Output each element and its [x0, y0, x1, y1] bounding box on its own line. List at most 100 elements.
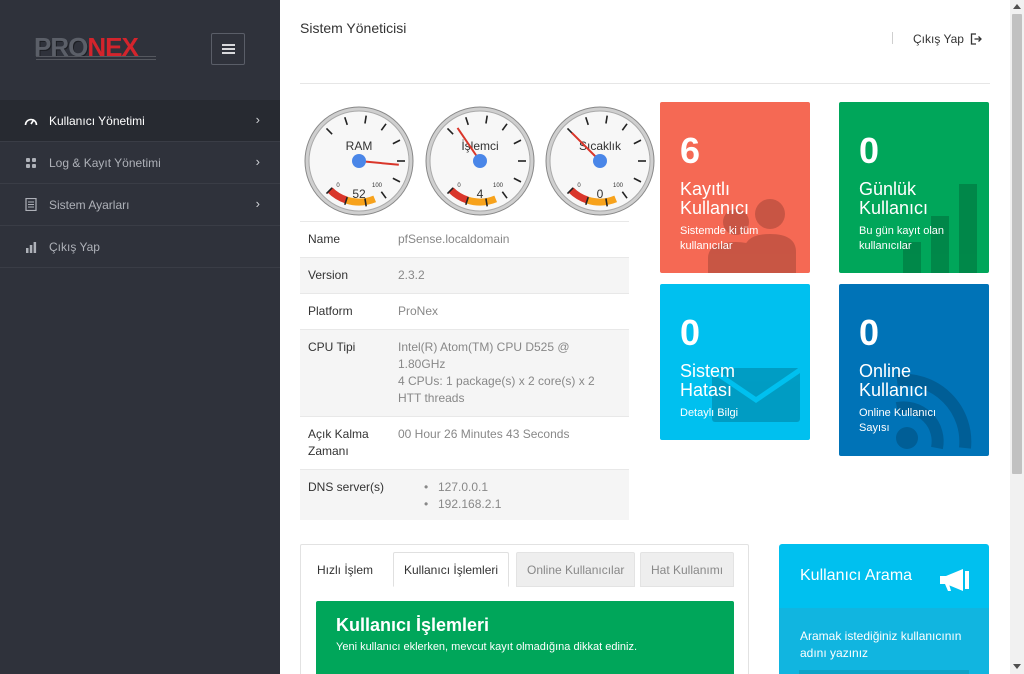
gauge-max-label: 100: [372, 183, 383, 189]
dns-list: 127.0.0.1 192.168.2.1: [398, 479, 629, 513]
gauge-value: 52: [352, 187, 366, 201]
card-title: Online Kullanıcı: [859, 361, 929, 400]
sidebar: PRONEX Kullanıcı Yönetimi › Log & Kayıt …: [0, 0, 280, 674]
header-divider-line: [300, 83, 990, 84]
scrollbar-thumb[interactable]: [1012, 14, 1022, 474]
table-row: CPU Tipi Intel(R) Atom(TM) CPU D525 @ 1.…: [300, 329, 629, 416]
info-value: pfSense.localdomain: [398, 232, 510, 246]
scroll-down-arrow[interactable]: [1013, 664, 1021, 669]
card-count: 6: [680, 130, 701, 171]
gauge-label: RAM: [346, 139, 373, 153]
dashboard-gauge-icon: [24, 114, 38, 128]
sidebar-item-label: Kullanıcı Yönetimi: [49, 113, 145, 128]
cpu-line: Intel(R) Atom(TM) CPU D525 @: [398, 340, 570, 354]
card-count: 0: [680, 312, 701, 353]
chevron-right-icon: ›: [255, 154, 260, 169]
cpu-line: 1.80GHz: [398, 357, 446, 371]
sign-out-icon: [970, 33, 982, 45]
card-title: Kayıtlı Kullanıcı: [680, 179, 750, 218]
logo-underline: [36, 56, 156, 60]
list-item: 127.0.0.1: [424, 479, 629, 496]
operations-tabs-panel: Hızlı İşlem Kullanıcı İşlemleri Online K…: [300, 544, 749, 674]
sidebar-nav: Kullanıcı Yönetimi › Log & Kayıt Yönetim…: [0, 100, 280, 268]
card-subtitle: Bu gün kayıt olan kullanıcılar: [859, 225, 945, 252]
card-subtitle: Detaylı Bilgi: [680, 407, 739, 419]
megaphone-icon: [940, 569, 969, 591]
gauge-value: 4: [477, 187, 484, 201]
document-icon: [24, 198, 38, 212]
sidebar-item-log-management[interactable]: Log & Kayıt Yönetimi ›: [0, 142, 280, 184]
tab-quick-action[interactable]: Hızlı İşlem: [306, 552, 384, 587]
user-search-box: Kullanıcı Arama Aramak istediğiniz kulla…: [779, 544, 989, 674]
cpu-line: 4 CPUs: 1 package(s) x 2 core(s) x 2: [398, 374, 595, 388]
chevron-right-icon: ›: [255, 112, 260, 127]
gauge-cpu: İşlemci 0 100 4: [425, 106, 535, 216]
card-registered-users[interactable]: 6 Kayıtlı Kullanıcı Sistemde ki tüm kullan…: [660, 102, 810, 273]
card-daily-users[interactable]: 0 Günlük Kullanıcı Bu gün kayıt olan kulla…: [839, 102, 989, 273]
system-info-table: Name pfSense.localdomain Version 2.3.2 P…: [300, 221, 629, 520]
tab-line-usage[interactable]: Hat Kullanımı: [640, 552, 735, 587]
sidebar-item-label: Çıkış Yap: [49, 239, 100, 254]
callout-text: Yeni kullanıcı eklerken, mevcut kayıt ol…: [336, 641, 638, 653]
bar-chart-icon: [24, 240, 38, 254]
card-subtitle: Sistemde ki tüm kullanıcılar: [680, 225, 759, 252]
info-key: CPU Tipi: [308, 340, 356, 354]
callout-title: Kullanıcı İşlemleri: [336, 615, 490, 635]
gauge-temperature: Sıcaklık 0 100 0: [545, 106, 655, 216]
info-key: Version: [308, 268, 349, 282]
card-count: 0: [859, 312, 880, 353]
table-row: Açık Kalma Zamanı 00 Hour 26 Minutes 43 …: [300, 416, 629, 469]
search-box-body: Aramak istediğiniz kullanıcının adını yaz…: [779, 608, 989, 674]
info-key: DNS server(s): [308, 480, 385, 494]
sidebar-item-user-management[interactable]: Kullanıcı Yönetimi ›: [0, 100, 280, 142]
uptime-label-line: Zamanı: [308, 444, 349, 458]
table-row: DNS server(s) 127.0.0.1 192.168.2.1: [300, 469, 629, 520]
tab-bar: Hızlı İşlem Kullanıcı İşlemleri Online K…: [301, 545, 748, 587]
card-online-users[interactable]: 0 Online Kullanıcı Online Kullanıcı Sayısı: [839, 284, 989, 456]
search-box-text: Aramak istediğiniz kullanıcının adını yaz…: [800, 629, 962, 660]
info-key: Name: [308, 232, 341, 246]
info-value: Intel(R) Atom(TM) CPU D525 @ 1.80GHz 4 C…: [398, 330, 629, 416]
main-content: Sistem Yöneticisi Çıkış Yap RAM 0 100 52…: [280, 0, 1010, 674]
info-value: 2.3.2: [398, 268, 425, 282]
info-key: Açık Kalma Zamanı: [300, 417, 398, 469]
search-box-header: Kullanıcı Arama: [779, 544, 989, 608]
header-divider: [892, 32, 893, 44]
gauge-max-label: 100: [493, 183, 504, 189]
sidebar-item-logout[interactable]: Çıkış Yap: [0, 226, 280, 268]
scroll-up-arrow[interactable]: [1013, 4, 1021, 9]
info-value: 127.0.0.1 192.168.2.1: [398, 470, 629, 520]
page-scrollbar[interactable]: [1010, 0, 1024, 674]
search-box-title: Kullanıcı Arama: [800, 567, 913, 584]
info-value: 00 Hour 26 Minutes 43 Seconds: [398, 427, 570, 441]
card-count: 0: [859, 130, 880, 171]
gauge-max-label: 100: [613, 183, 624, 189]
table-row: Name pfSense.localdomain: [300, 221, 629, 257]
tab-online-users[interactable]: Online Kullanıcılar: [516, 552, 636, 587]
sidebar-item-system-settings[interactable]: Sistem Ayarları ›: [0, 184, 280, 226]
uptime-label-line: Açık Kalma: [308, 427, 369, 441]
table-row: Platform ProNex: [300, 293, 629, 329]
card-system-errors[interactable]: 0 Sistem Hatası Detaylı Bilgi: [660, 284, 810, 440]
page-title: Sistem Yöneticisi: [300, 20, 407, 36]
sidebar-item-label: Log & Kayıt Yönetimi: [49, 155, 161, 170]
search-input[interactable]: [799, 670, 969, 674]
info-key: Platform: [308, 304, 353, 318]
gauge-value: 0: [597, 187, 604, 201]
cpu-line: HTT threads: [398, 391, 465, 405]
list-item: 192.168.2.1: [424, 496, 629, 513]
gauge-ram: RAM 0 100 52: [304, 106, 414, 216]
table-row: Version 2.3.2: [300, 257, 629, 293]
grid-icon: [24, 156, 38, 170]
card-title: Sistem Hatası: [680, 361, 736, 400]
card-title: Günlük Kullanıcı: [859, 179, 929, 218]
user-operations-callout: Kullanıcı İşlemleri Yeni kullanıcı ekler…: [316, 601, 734, 674]
chevron-right-icon: ›: [255, 196, 260, 211]
logout-link[interactable]: Çıkış Yap: [913, 32, 982, 46]
logo-area: PRONEX: [0, 0, 280, 100]
menu-toggle-button[interactable]: [211, 33, 245, 65]
card-subtitle: Online Kullanıcı Sayısı: [859, 407, 937, 434]
logout-label: Çıkış Yap: [913, 32, 964, 46]
tab-user-operations[interactable]: Kullanıcı İşlemleri: [393, 552, 510, 587]
info-value: ProNex: [398, 304, 439, 318]
